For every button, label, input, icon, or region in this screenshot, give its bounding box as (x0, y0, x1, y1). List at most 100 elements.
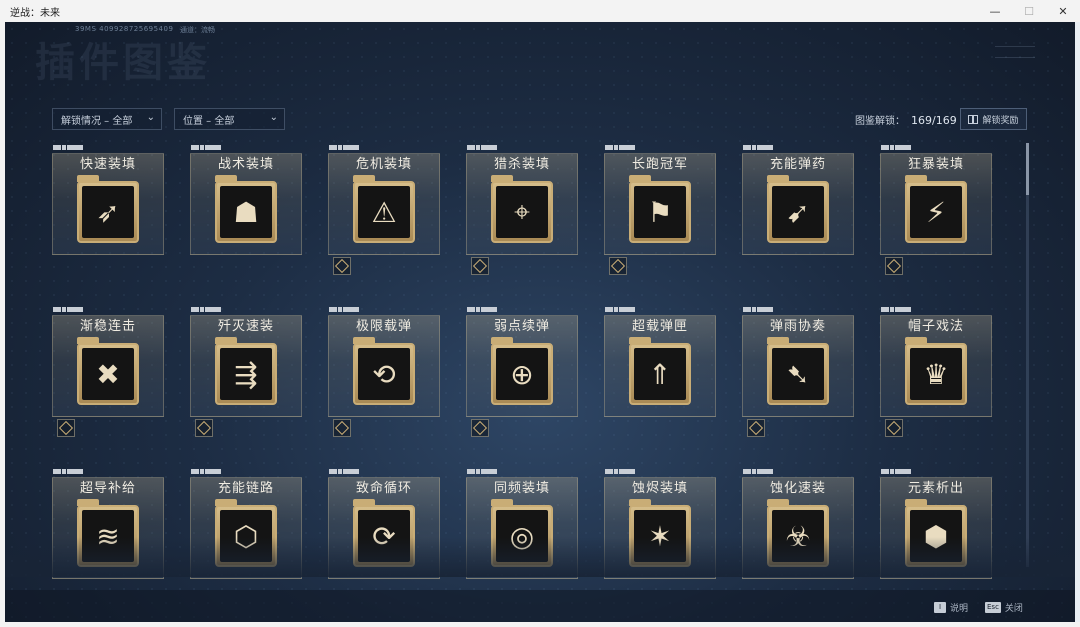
card-tab-marker (329, 469, 365, 475)
plugin-icon: ♛ (910, 348, 962, 400)
plugin-glyph: ⇑ (648, 357, 672, 391)
plugin-name: 蚀烬装填 (631, 481, 688, 496)
unlock-reward-label: 解锁奖励 (982, 115, 1019, 126)
unlock-filter-dropdown[interactable]: 解锁情况 – 全部 ⌄ (52, 108, 162, 130)
plugin-glyph: ✖ (96, 357, 120, 391)
card-tab-marker (605, 469, 641, 475)
plugin-glyph: ⟲ (372, 357, 396, 391)
equipped-badge-icon (195, 419, 213, 437)
position-filter-dropdown[interactable]: 位置 – 全部 ⌄ (174, 108, 285, 130)
plugin-name: 危机装填 (355, 157, 412, 172)
plugin-name: 弹雨协奏 (769, 319, 826, 334)
card-tab-marker (743, 145, 779, 151)
unlock-reward-button[interactable]: 解锁奖励 (960, 108, 1027, 130)
plugin-icon: ⚑ (634, 186, 686, 238)
equipped-badge-icon (57, 419, 75, 437)
plugin-name: 超导补给 (79, 481, 136, 496)
card-tab-marker (743, 469, 779, 475)
equipped-badge-icon (747, 419, 765, 437)
plugin-glyph: ⚠ (371, 195, 397, 229)
plugin-name: 猎杀装填 (493, 157, 550, 172)
maximize-button[interactable]: ☐ (1012, 0, 1046, 22)
game-viewport: 插件图鉴 39MS 4099287256954​09 通道：流畅 解锁情况 – … (5, 22, 1075, 622)
plugin-icon-frame: ⇶ (215, 343, 277, 405)
plugin-name: 渐稳连击 (79, 319, 136, 334)
plugin-card[interactable]: 快速装填 ➶ (52, 145, 164, 255)
plugin-icon: ⇑ (634, 348, 686, 400)
plugin-card[interactable]: 弱点续弹 ⊕ (466, 307, 578, 437)
plugin-icon-frame: ⚡ (905, 181, 967, 243)
equipped-badge-icon (333, 257, 351, 275)
card-tab-marker (605, 145, 641, 151)
equipped-badge-icon (471, 419, 489, 437)
position-filter-label: 位置 – 全部 (183, 115, 235, 127)
card-tab-marker (53, 307, 89, 313)
plugin-glyph: ⇶ (234, 357, 258, 391)
scrollbar-thumb[interactable] (1026, 143, 1029, 195)
unlock-filter-label: 解锁情况 – 全部 (61, 115, 133, 127)
window-edge-bottom (0, 622, 1080, 627)
close-label: 关闭 (1004, 604, 1023, 614)
card-tab-marker (191, 307, 227, 313)
plugin-icon-frame: ⟲ (353, 343, 415, 405)
close-button[interactable]: Esc 关闭 (985, 601, 1023, 614)
card-tab-marker (53, 145, 89, 151)
plugin-name: 同频装填 (493, 481, 550, 496)
plugin-icon-frame: ☗ (215, 181, 277, 243)
plugin-glyph: ⊕ (510, 357, 534, 391)
plugin-name: 致命循环 (355, 481, 412, 496)
plugin-card[interactable]: 歼灭速装 ⇶ (190, 307, 302, 437)
card-tab-marker (881, 307, 917, 313)
plugin-card[interactable]: 危机装填 ⚠ (328, 145, 440, 275)
help-button[interactable]: I 说明 (934, 601, 968, 614)
card-tab-marker (53, 469, 89, 475)
card-tab-marker (467, 145, 503, 151)
plugin-name: 长跑冠军 (631, 157, 688, 172)
card-tab-marker (881, 469, 917, 475)
plugin-glyph: ♛ (923, 357, 949, 391)
plugin-glyph: ➶ (96, 195, 120, 229)
plugin-card[interactable]: 充能弹药 ➹ (742, 145, 854, 255)
plugin-card[interactable]: 战术装填 ☗ (190, 145, 302, 255)
plugin-name: 帽子戏法 (907, 319, 964, 334)
plugin-name: 元素析出 (907, 481, 964, 496)
plugin-card[interactable]: 狂暴装填 ⚡ (880, 145, 992, 275)
plugin-glyph: ⚑ (647, 195, 673, 229)
card-tab-marker (191, 145, 227, 151)
plugin-card[interactable]: 极限载弹 ⟲ (328, 307, 440, 437)
plugin-card[interactable]: 猎杀装填 ⌖ (466, 145, 578, 275)
plugin-name: 充能弹药 (769, 157, 826, 172)
equipped-badge-icon (609, 257, 627, 275)
collection-progress: 图鉴解锁： 169/169 (855, 112, 957, 127)
card-tab-marker (605, 307, 641, 313)
plugin-icon-frame: ⚠ (353, 181, 415, 243)
equipped-badge-icon (471, 257, 489, 275)
plugin-name: 狂暴装填 (907, 157, 964, 172)
plugin-icon: ➶ (82, 186, 134, 238)
plugin-glyph: ⌖ (514, 195, 530, 228)
chevron-down-icon: ⌄ (146, 112, 155, 123)
window-edge-right (1075, 22, 1080, 627)
plugin-card[interactable]: 帽子戏法 ♛ (880, 307, 992, 437)
plugin-icon: ☗ (220, 186, 272, 238)
plugin-card[interactable]: 长跑冠军 ⚑ (604, 145, 716, 275)
key-hint-esc: Esc (985, 602, 1001, 613)
close-window-button[interactable]: ✕ (1046, 0, 1080, 22)
plugin-card[interactable]: 超载弹匣 ⇑ (604, 307, 716, 417)
card-tab-marker (191, 469, 227, 475)
equipped-badge-icon (885, 257, 903, 275)
plugin-card[interactable]: 渐稳连击 ✖ (52, 307, 164, 437)
plugin-icon: ⚠ (358, 186, 410, 238)
card-tab-marker (329, 307, 365, 313)
plugin-card[interactable]: 弹雨协奏 ➷ (742, 307, 854, 437)
corner-decoration (995, 46, 1035, 58)
plugin-icon-frame: ➶ (77, 181, 139, 243)
plugin-icon: ⊕ (496, 348, 548, 400)
grid-scrollbar[interactable] (1026, 143, 1029, 567)
page-title: 插件图鉴 (35, 40, 211, 86)
plugin-icon: ✖ (82, 348, 134, 400)
route-readout: 通道：流畅 (180, 26, 215, 34)
minimize-button[interactable]: — (978, 0, 1012, 22)
plugin-icon-frame: ➹ (767, 181, 829, 243)
plugin-name: 蚀化速装 (769, 481, 826, 496)
